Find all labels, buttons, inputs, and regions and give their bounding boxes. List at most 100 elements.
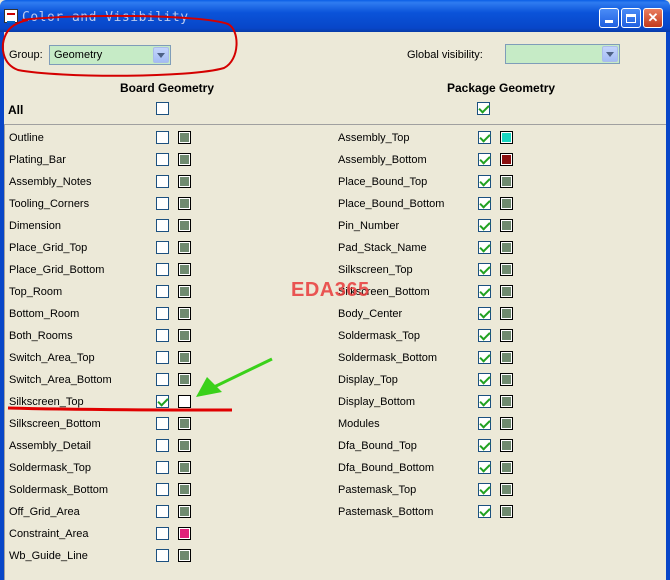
package-item-visibility-checkbox[interactable] [478,373,491,386]
package-item-color-swatch[interactable] [500,263,513,276]
package-item-color-swatch[interactable] [500,329,513,342]
board-item-visibility-checkbox[interactable] [156,307,169,320]
board-item-visibility-checkbox[interactable] [156,197,169,210]
board-item-label: Place_Grid_Top [9,242,88,254]
package-item-visibility-checkbox[interactable] [478,395,491,408]
package-item-visibility-checkbox[interactable] [478,461,491,474]
package-item-color-swatch[interactable] [500,351,513,364]
group-select[interactable]: Geometry [49,45,171,65]
board-item-color-swatch[interactable] [178,549,191,562]
board-item-visibility-checkbox[interactable] [156,549,169,562]
board-item-visibility-checkbox[interactable] [156,329,169,342]
board-item-label: Constraint_Area [9,528,89,540]
package-item-visibility-checkbox[interactable] [478,351,491,364]
package-item-visibility-checkbox[interactable] [478,263,491,276]
package-item-color-swatch[interactable] [500,241,513,254]
all-board-checkbox[interactable] [156,102,169,115]
board-item-visibility-checkbox[interactable] [156,461,169,474]
close-icon: ✕ [647,10,659,25]
board-item-color-swatch[interactable] [178,285,191,298]
all-package-checkbox[interactable] [477,102,490,115]
board-item-color-swatch[interactable] [178,329,191,342]
board-item-visibility-checkbox[interactable] [156,417,169,430]
package-item-visibility-checkbox[interactable] [478,219,491,232]
package-item-color-swatch[interactable] [500,285,513,298]
package-item-color-swatch[interactable] [500,153,513,166]
chevron-down-icon[interactable] [602,46,618,62]
package-item-visibility-checkbox[interactable] [478,131,491,144]
board-item-visibility-checkbox[interactable] [156,219,169,232]
chevron-down-icon[interactable] [153,47,169,63]
board-item-label: Soldermask_Bottom [9,484,109,496]
board-item-visibility-checkbox[interactable] [156,505,169,518]
package-item-color-swatch[interactable] [500,417,513,430]
package-item-label: Silkscreen_Top [338,264,413,276]
board-item-color-swatch[interactable] [178,175,191,188]
package-item-color-swatch[interactable] [500,219,513,232]
board-item-color-swatch[interactable] [178,307,191,320]
board-item-label: Tooling_Corners [9,198,90,210]
board-item-visibility-checkbox[interactable] [156,351,169,364]
minimize-button[interactable] [599,8,619,28]
board-item-color-swatch[interactable] [178,153,191,166]
package-item-visibility-checkbox[interactable] [478,197,491,210]
package-item-visibility-checkbox[interactable] [478,417,491,430]
board-item-visibility-checkbox[interactable] [156,131,169,144]
board-item-label: Silkscreen_Bottom [9,418,101,430]
board-item-visibility-checkbox[interactable] [156,241,169,254]
package-item-color-swatch[interactable] [500,483,513,496]
board-item-color-swatch[interactable] [178,219,191,232]
board-item-visibility-checkbox[interactable] [156,527,169,540]
package-item-visibility-checkbox[interactable] [478,285,491,298]
board-item-color-swatch[interactable] [178,395,191,408]
board-item-color-swatch[interactable] [178,417,191,430]
package-item-visibility-checkbox[interactable] [478,329,491,342]
board-item-color-swatch[interactable] [178,351,191,364]
close-button[interactable]: ✕ [643,8,663,28]
board-item-color-swatch[interactable] [178,461,191,474]
board-item-visibility-checkbox[interactable] [156,175,169,188]
maximize-button[interactable] [621,8,641,28]
package-item-visibility-checkbox[interactable] [478,153,491,166]
board-item-label: Soldermask_Top [9,462,91,474]
package-item-color-swatch[interactable] [500,197,513,210]
minimize-icon [605,19,613,23]
global-visibility-select[interactable] [505,44,620,64]
board-item-visibility-checkbox[interactable] [156,263,169,276]
package-item-visibility-checkbox[interactable] [478,505,491,518]
board-item-color-swatch[interactable] [178,241,191,254]
package-item-visibility-checkbox[interactable] [478,483,491,496]
board-item-visibility-checkbox[interactable] [156,439,169,452]
board-item-color-swatch[interactable] [178,263,191,276]
package-item-color-swatch[interactable] [500,395,513,408]
package-item-color-swatch[interactable] [500,439,513,452]
board-item-color-swatch[interactable] [178,131,191,144]
package-item-visibility-checkbox[interactable] [478,175,491,188]
board-item-visibility-checkbox[interactable] [156,483,169,496]
package-item-color-swatch[interactable] [500,461,513,474]
board-item-color-swatch[interactable] [178,527,191,540]
board-item-color-swatch[interactable] [178,197,191,210]
board-item-color-swatch[interactable] [178,439,191,452]
watermark: EDA365 [291,279,370,301]
board-item-color-swatch[interactable] [178,505,191,518]
group-select-value: Geometry [54,49,103,61]
board-item-visibility-checkbox[interactable] [156,373,169,386]
package-item-color-swatch[interactable] [500,131,513,144]
board-item-visibility-checkbox[interactable] [156,285,169,298]
package-item-visibility-checkbox[interactable] [478,241,491,254]
board-item-label: Switch_Area_Top [9,352,95,364]
package-item-visibility-checkbox[interactable] [478,439,491,452]
board-item-label: Outline [9,132,44,144]
package-item-color-swatch[interactable] [500,505,513,518]
board-item-visibility-checkbox[interactable] [156,395,169,408]
package-item-color-swatch[interactable] [500,373,513,386]
package-item-color-swatch[interactable] [500,307,513,320]
board-item-color-swatch[interactable] [178,373,191,386]
package-item-color-swatch[interactable] [500,175,513,188]
package-item-visibility-checkbox[interactable] [478,307,491,320]
board-item-visibility-checkbox[interactable] [156,153,169,166]
board-item-label: Switch_Area_Bottom [9,374,112,386]
package-item-label: Assembly_Bottom [338,154,427,166]
board-item-color-swatch[interactable] [178,483,191,496]
